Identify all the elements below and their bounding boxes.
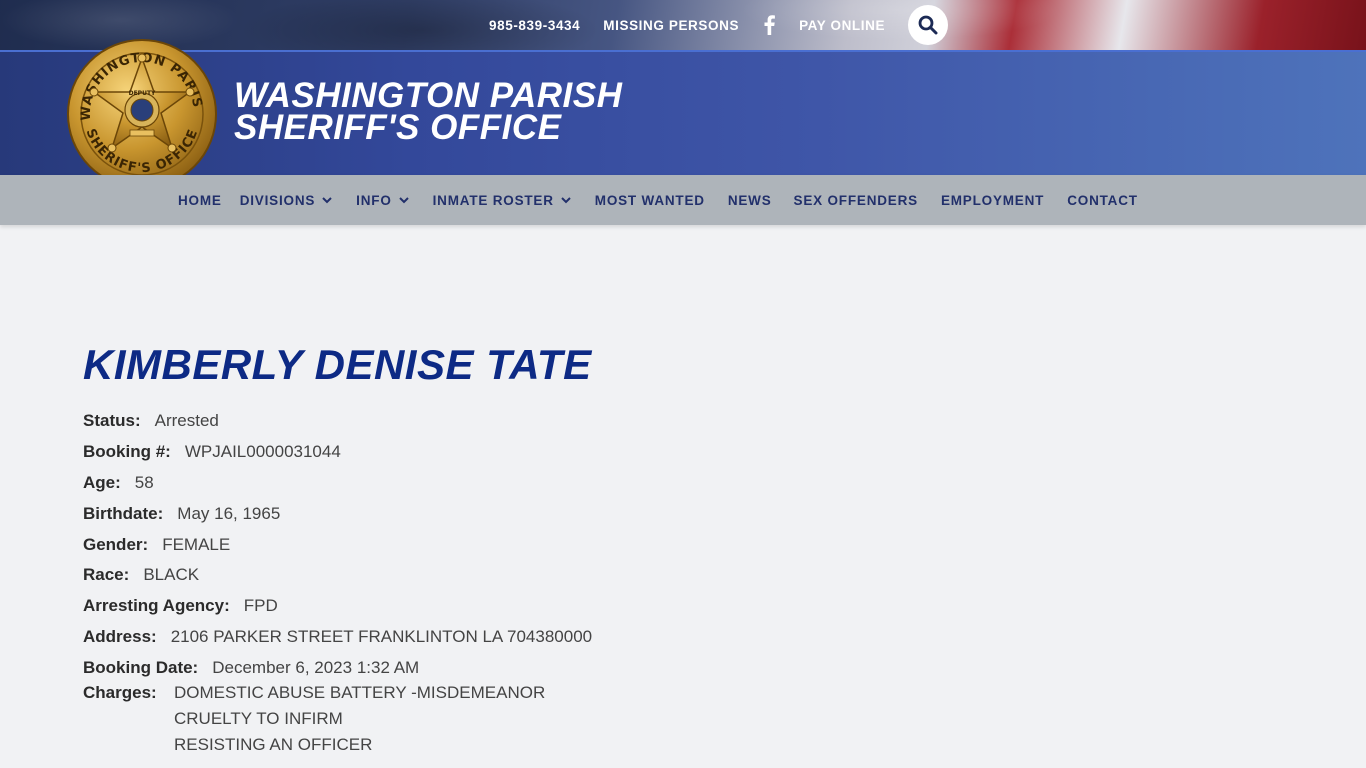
top-utility-links: 985-839-3434 MISSING PERSONS PAY ONLINE xyxy=(489,0,949,50)
charges-list: DOMESTIC ABUSE BATTERY -MISDEMEANOR CRUE… xyxy=(174,680,545,758)
detail-row-gender: Gender: FEMALE xyxy=(83,529,592,560)
detail-row-birthdate: Birthdate: May 16, 1965 xyxy=(83,498,592,529)
detail-value: May 16, 1965 xyxy=(177,503,281,523)
detail-label: Booking Date: xyxy=(83,657,199,677)
nav-label: SEX OFFENDERS xyxy=(793,192,918,208)
detail-row-arresting-agency: Arresting Agency: FPD xyxy=(83,591,592,622)
chevron-down-icon xyxy=(561,197,571,204)
detail-row-race: Race: BLACK xyxy=(83,560,592,591)
nav-item-info[interactable]: INFO xyxy=(356,193,409,208)
detail-label: Booking #: xyxy=(83,442,171,462)
search-icon xyxy=(918,15,938,35)
detail-value: FPD xyxy=(243,596,278,616)
chevron-down-icon xyxy=(322,197,332,204)
nav-item-divisions[interactable]: DIVISIONS xyxy=(240,193,333,208)
missing-persons-link[interactable]: MISSING PERSONS xyxy=(603,18,739,33)
detail-row-booking-date: Booking Date: December 6, 2023 1:32 AM xyxy=(83,652,592,683)
detail-row-booking-number: Booking #: WPJAIL0000031044 xyxy=(83,437,592,468)
nav-label: EMPLOYMENT xyxy=(940,192,1045,208)
nav-label: NEWS xyxy=(727,192,772,208)
nav-item-employment[interactable]: EMPLOYMENT xyxy=(941,193,1044,208)
site-title-line2: SHERIFF'S OFFICE xyxy=(234,108,562,147)
detail-label: Race: xyxy=(83,565,130,585)
site-title[interactable]: WASHINGTON PARISH SHERIFF'S OFFICE xyxy=(234,78,622,147)
inmate-name: KIMBERLY DENISE TATE xyxy=(83,341,592,388)
nav-item-contact[interactable]: CONTACT xyxy=(1067,193,1138,208)
phone-link[interactable]: 985-839-3434 xyxy=(489,18,580,33)
sheriff-badge-logo[interactable]: WASHINGTON PARISH SHERIFF'S OFFICE DEPUT… xyxy=(60,27,218,190)
site-header: WASHINGTON PARISH SHERIFF'S OFFICE DEPUT… xyxy=(0,27,1366,189)
nav-item-inmate-roster[interactable]: INMATE ROSTER xyxy=(433,193,572,208)
detail-value: WPJAIL0000031044 xyxy=(184,442,341,462)
main-nav: HOME DIVISIONS INFO INMATE ROSTER MOST W… xyxy=(0,175,1366,225)
chevron-down-icon xyxy=(398,197,409,204)
detail-value: 58 xyxy=(134,472,154,492)
detail-label: Gender: xyxy=(83,534,149,554)
nav-item-sex-offenders[interactable]: SEX OFFENDERS xyxy=(794,193,918,208)
detail-row-status: Status: Arrested xyxy=(83,406,592,437)
charges-section: Charges: DOMESTIC ABUSE BATTERY -MISDEME… xyxy=(83,680,592,758)
detail-value: BLACK xyxy=(143,565,200,585)
charge-item: RESISTING AN OFFICER xyxy=(174,735,373,755)
facebook-icon[interactable] xyxy=(763,15,775,35)
inmate-details: Status: Arrested Booking #: WPJAIL00000310… xyxy=(83,406,592,758)
pay-online-link[interactable]: PAY ONLINE xyxy=(799,18,885,33)
detail-row-address: Address: 2106 PARKER STREET FRANKLINTON L… xyxy=(83,622,592,653)
nav-label: MOST WANTED xyxy=(594,192,705,208)
detail-label: Status: xyxy=(83,411,141,431)
charge-item: DOMESTIC ABUSE BATTERY -MISDEMEANOR xyxy=(174,683,546,703)
search-button[interactable] xyxy=(908,5,949,45)
charge-item: CRUELTY TO INFIRM xyxy=(174,709,343,729)
detail-value: 2106 PARKER STREET FRANKLINTON LA 704380… xyxy=(170,626,593,646)
nav-label: INFO xyxy=(356,192,392,208)
detail-row-age: Age: 58 xyxy=(83,468,592,499)
detail-label: Arresting Agency: xyxy=(83,596,230,616)
detail-value: Arrested xyxy=(154,411,219,431)
detail-label: Birthdate: xyxy=(83,503,164,523)
nav-item-home[interactable]: HOME xyxy=(178,193,222,208)
nav-label: DIVISIONS xyxy=(239,192,316,208)
nav-label: CONTACT xyxy=(1067,192,1138,208)
detail-label: Address: xyxy=(83,626,157,646)
charges-label: Charges: xyxy=(83,683,157,703)
svg-text:DEPUTY: DEPUTY xyxy=(129,90,156,97)
detail-label: Age: xyxy=(83,472,121,492)
nav-item-news[interactable]: NEWS xyxy=(728,193,772,208)
nav-label: HOME xyxy=(178,192,222,208)
nav-item-most-wanted[interactable]: MOST WANTED xyxy=(595,193,705,208)
detail-value: FEMALE xyxy=(162,534,231,554)
detail-value: December 6, 2023 1:32 AM xyxy=(212,657,420,677)
nav-label: INMATE ROSTER xyxy=(432,192,554,208)
